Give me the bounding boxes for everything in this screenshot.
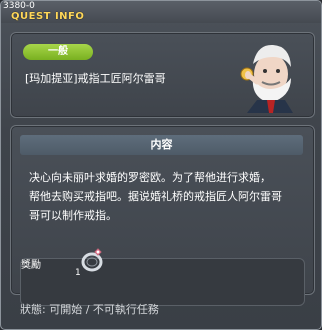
reward-label: 獎勵 xyxy=(21,260,41,271)
reward-panel xyxy=(20,258,305,306)
quest-info-window: 3380-0 QUEST INFO 一般 [玛加提亚]戒指工匠阿尔雷哥 内容 决… xyxy=(0,0,322,330)
ring-icon[interactable] xyxy=(78,247,106,275)
quest-description: 决心向未丽叶求婚的罗密欧。为了帮他进行求婚， 帮他去购买戒指吧。据说婚礼桥的戒指… xyxy=(29,171,282,222)
content-header: 内容 xyxy=(20,135,303,155)
quest-header-panel: 一般 [玛加提亚]戒指工匠阿尔雷哥 xyxy=(10,32,315,118)
window-title: QUEST INFO xyxy=(11,11,85,22)
quest-name: [玛加提亚]戒指工匠阿尔雷哥 xyxy=(25,72,166,85)
npc-portrait-icon xyxy=(240,44,293,113)
quest-status: 狀態: 可開始 / 不可執行任務 xyxy=(20,303,159,316)
quest-content-panel: 内容 决心向未丽叶求婚的罗密欧。为了帮他进行求婚， 帮他去购买戒指吧。据说婚礼桥… xyxy=(10,125,315,306)
quest-id: 3380-0 xyxy=(3,1,35,11)
reward-quantity: 1 xyxy=(75,268,81,278)
quest-category-badge: 一般 xyxy=(23,44,93,60)
